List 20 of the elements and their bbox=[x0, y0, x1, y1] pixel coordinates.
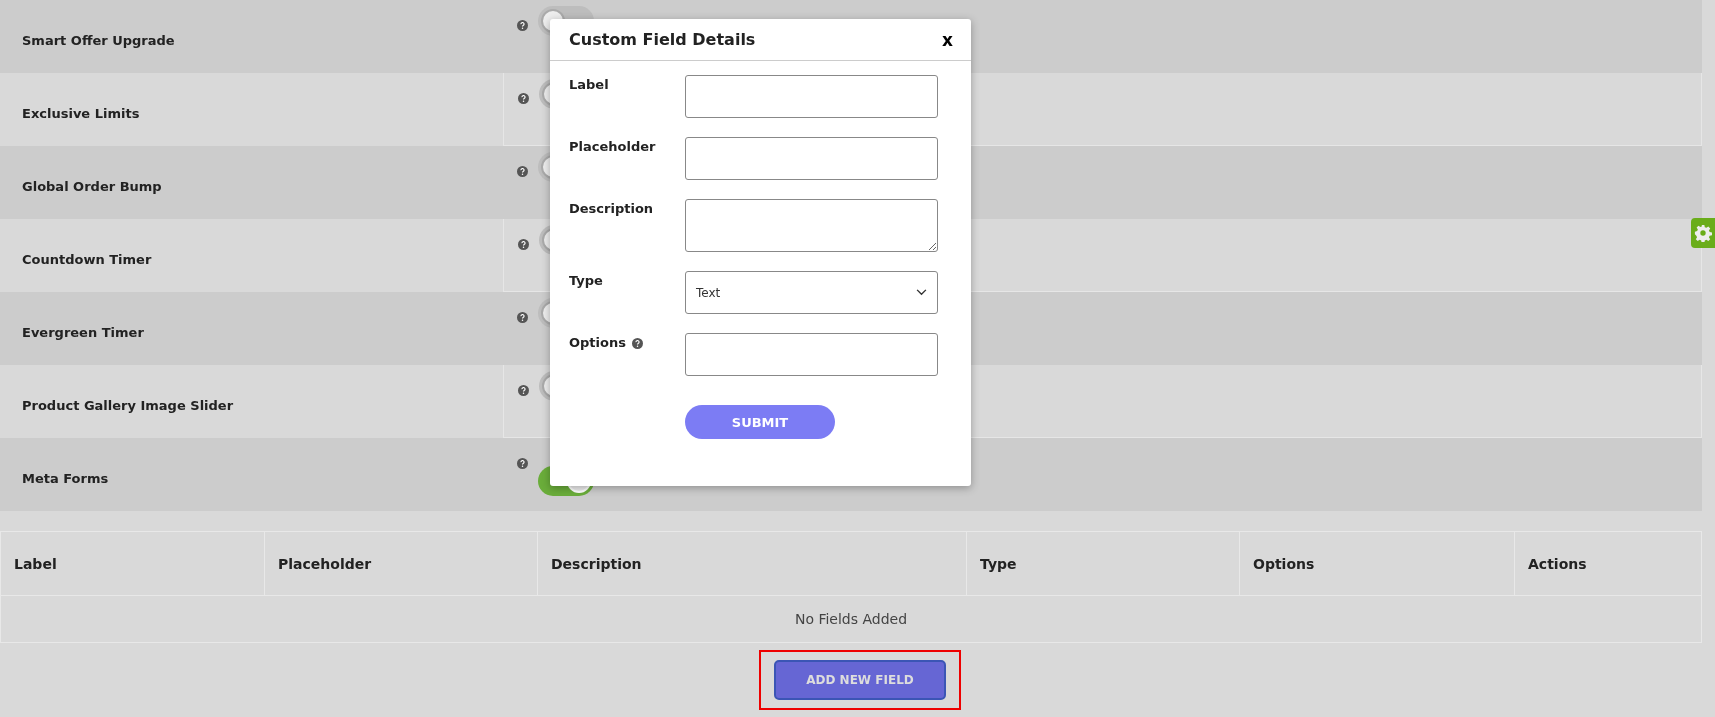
setting-label: Evergreen Timer bbox=[22, 325, 144, 340]
field-label: Placeholder bbox=[569, 139, 656, 154]
setting-label: Countdown Timer bbox=[22, 252, 152, 267]
column-header: Placeholder bbox=[265, 532, 538, 595]
column-header: Type bbox=[967, 532, 1240, 595]
setting-label: Global Order Bump bbox=[22, 179, 162, 194]
field-label: Label bbox=[569, 77, 609, 92]
column-header: Label bbox=[1, 532, 265, 595]
setting-label: Exclusive Limits bbox=[22, 106, 140, 121]
setting-label: Smart Offer Upgrade bbox=[22, 33, 175, 48]
field-label: Options bbox=[569, 335, 626, 350]
setting-label: Meta Forms bbox=[22, 471, 109, 486]
column-header: Actions bbox=[1527, 554, 1588, 574]
field-label: Description bbox=[569, 201, 654, 216]
column-header: Options bbox=[1240, 532, 1515, 595]
setting-label: Product Gallery Image Slider bbox=[22, 398, 234, 413]
modal-title: Custom Field Details bbox=[569, 30, 756, 49]
column-header: Description bbox=[538, 532, 967, 595]
empty-message: No Fields Added bbox=[794, 611, 908, 627]
field-label: Type bbox=[569, 273, 603, 288]
